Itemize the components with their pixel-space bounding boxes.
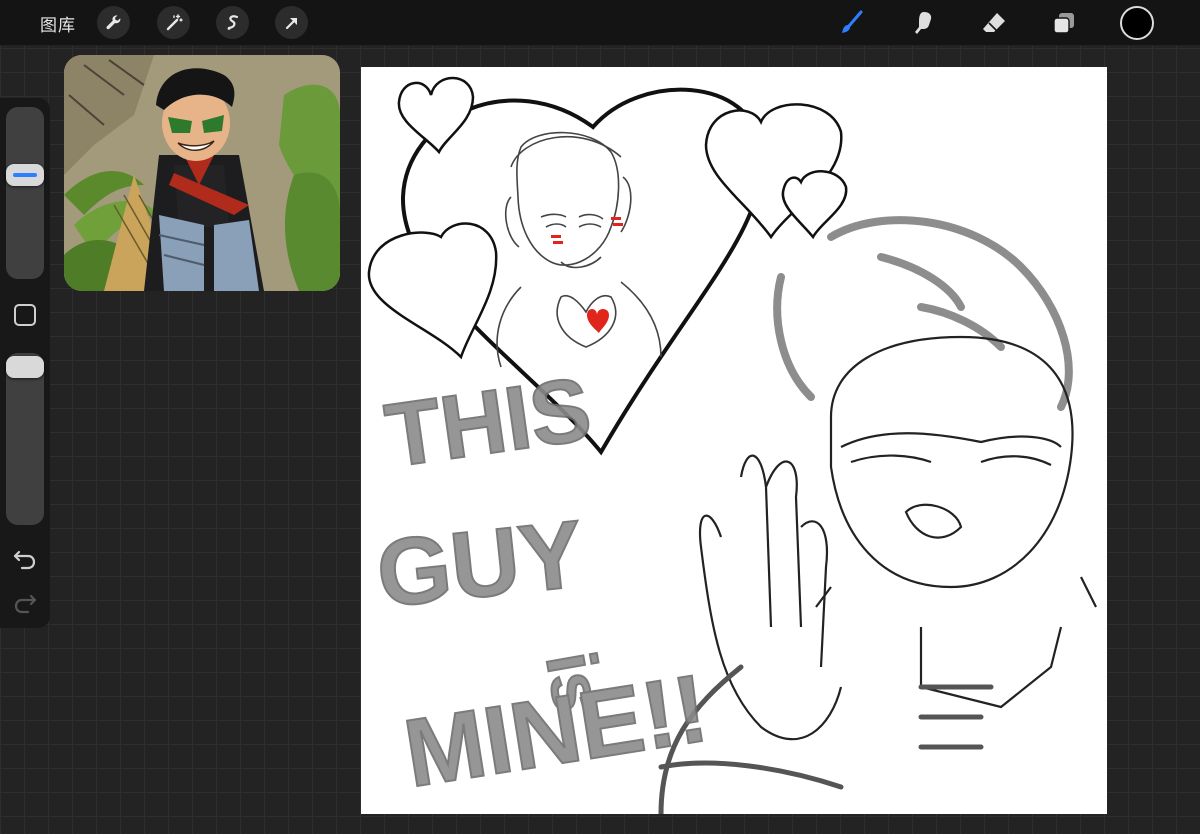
reference-image[interactable] [64, 55, 340, 291]
reference-illustration [64, 55, 340, 291]
magic-wand-icon[interactable] [157, 6, 190, 39]
selection-icon[interactable] [216, 6, 249, 39]
smudge-icon[interactable] [906, 6, 940, 40]
opacity-slider-thumb[interactable] [6, 356, 44, 378]
canvas-text-mine: MINE!! [398, 655, 715, 808]
canvas-artwork: THIS GUY is MINE!! [367, 76, 1097, 814]
undo-icon[interactable] [12, 546, 38, 572]
eraser-icon[interactable] [977, 6, 1011, 40]
brush-size-slider[interactable] [6, 107, 44, 279]
top-toolbar: 图库 [0, 0, 1200, 45]
canvas-text-this: THIS [380, 359, 597, 487]
drawing-canvas[interactable]: THIS GUY is MINE!! [361, 67, 1107, 814]
gallery-button[interactable]: 图库 [40, 11, 76, 36]
canvas-text-guy: GUY [372, 501, 588, 628]
procreate-workspace: 图库 THIS GUY is MINE!! [0, 0, 1200, 834]
color-picker-swatch[interactable] [1120, 6, 1154, 40]
transform-arrow-icon[interactable] [275, 6, 308, 39]
wrench-icon[interactable] [97, 6, 130, 39]
brush-icon[interactable] [834, 6, 868, 40]
layers-icon[interactable] [1047, 6, 1081, 40]
redo-icon[interactable] [12, 590, 38, 616]
brush-size-slider-thumb[interactable] [6, 164, 44, 186]
eyedropper-modify-button[interactable] [14, 304, 36, 326]
opacity-slider[interactable] [6, 353, 44, 525]
